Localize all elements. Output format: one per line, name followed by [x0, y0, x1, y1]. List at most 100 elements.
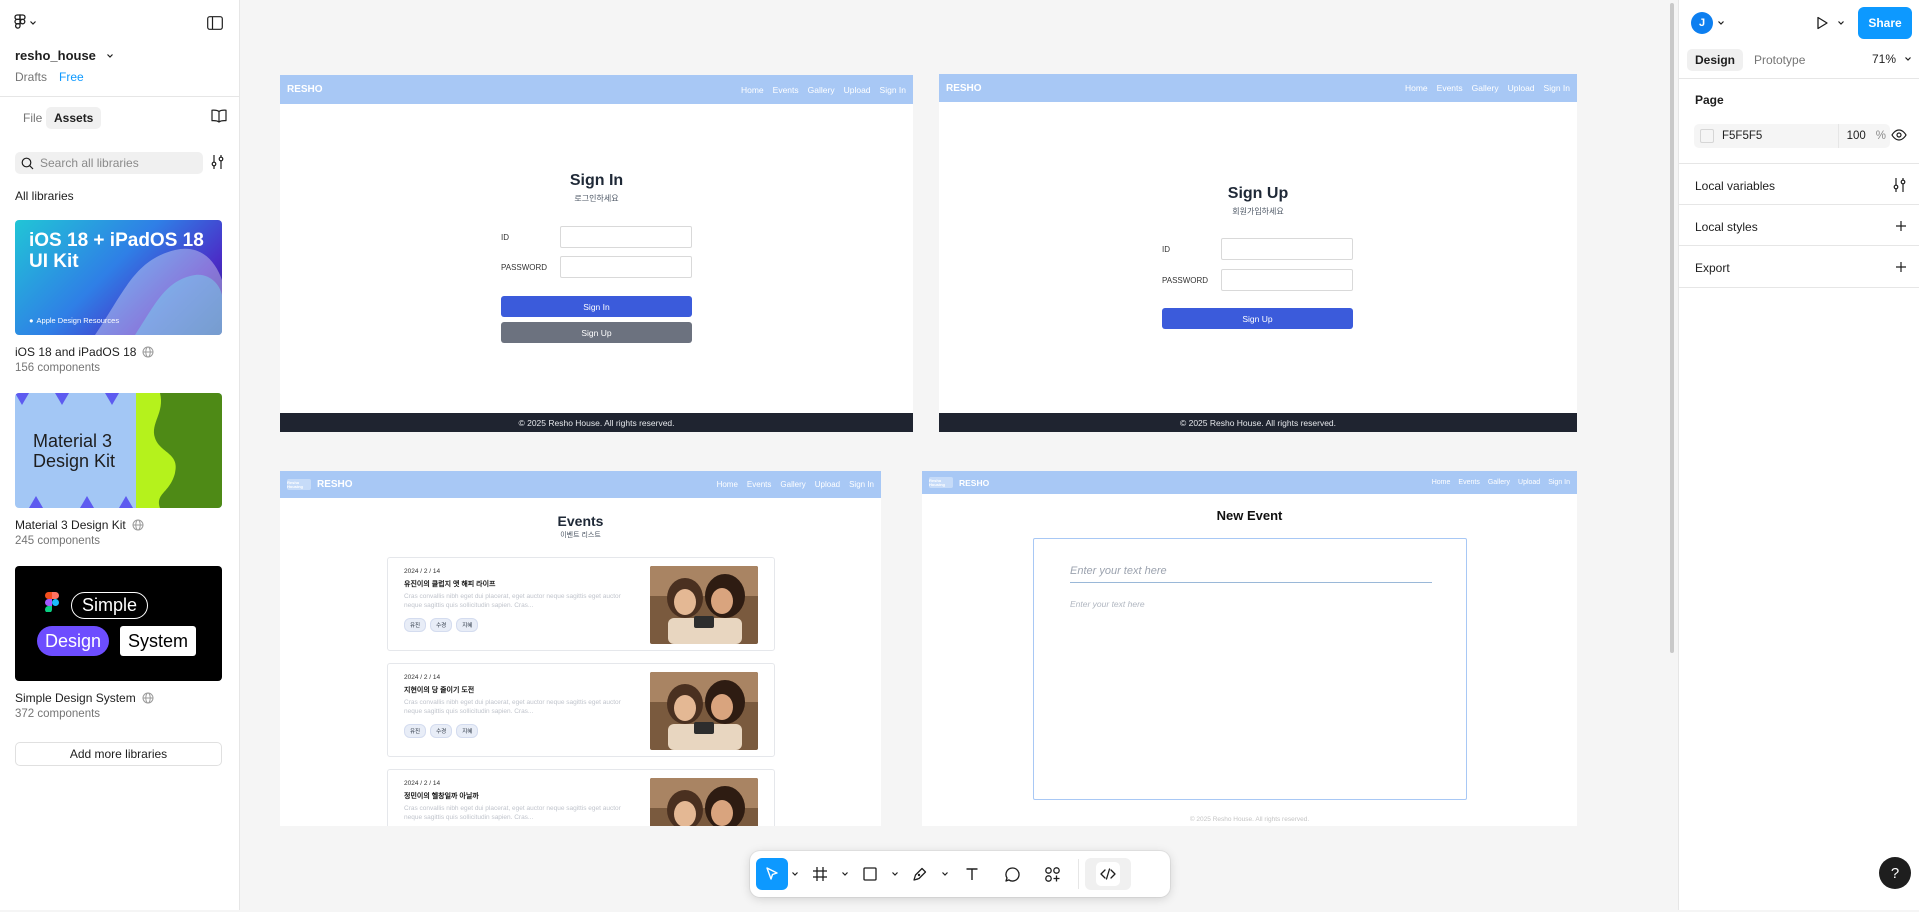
nav-link-gallery[interactable]: Gallery	[1472, 83, 1499, 93]
nav-link-upload[interactable]: Upload	[1518, 479, 1540, 486]
text-tool-button[interactable]	[952, 858, 992, 890]
library-card-material[interactable]: Material 3 Design Kit Material 3 Design …	[15, 393, 222, 547]
chevron-down-icon[interactable]	[788, 870, 802, 878]
shape-tool-button[interactable]	[852, 858, 888, 890]
library-search[interactable]	[15, 152, 203, 174]
plus-icon[interactable]	[1895, 261, 1907, 273]
tab-assets[interactable]: Assets	[46, 107, 102, 129]
nav-link-sign-in[interactable]: Sign In	[1544, 83, 1570, 93]
nav-link-events[interactable]: Events	[747, 480, 771, 489]
play-icon[interactable]	[1814, 15, 1830, 31]
library-card-ios[interactable]: iOS 18 + iPadOS 18 UI Kit ● Apple Design …	[15, 220, 222, 374]
frame-sign-up[interactable]: RESHO Home Events Gallery Upload Sign In…	[939, 74, 1577, 432]
variables-settings-icon[interactable]	[1893, 177, 1907, 193]
nav-link-home[interactable]: Home	[717, 480, 738, 489]
library-count: 372 components	[15, 708, 101, 720]
canvas[interactable]: RESHO Home Events Gallery Upload Sign In…	[240, 0, 1677, 910]
id-field[interactable]	[1221, 238, 1353, 260]
frame-sign-in[interactable]: RESHO Home Events Gallery Upload Sign In…	[280, 75, 913, 432]
event-tag[interactable]: 수경	[430, 724, 453, 738]
actions-tool-button[interactable]	[1032, 858, 1072, 890]
chevron-down-icon[interactable]	[938, 870, 952, 878]
zoom-menu[interactable]: 71%	[1872, 52, 1912, 66]
password-field[interactable]	[560, 256, 692, 278]
help-button[interactable]: ?	[1879, 857, 1911, 889]
nav-link-home[interactable]: Home	[1432, 479, 1451, 486]
nav-link-events[interactable]: Events	[773, 85, 799, 95]
frame-new-event[interactable]: Resho Housing RESHO Home Events Gallery …	[922, 471, 1577, 826]
plan-badge[interactable]: Free	[59, 70, 84, 84]
file-name: resho_house	[15, 48, 96, 63]
sign-up-button[interactable]: Sign Up	[1162, 308, 1353, 329]
id-field[interactable]	[560, 226, 692, 248]
pen-tool-button[interactable]	[902, 858, 938, 890]
nav-link-upload[interactable]: Upload	[815, 480, 840, 489]
nav-link-home[interactable]: Home	[741, 85, 764, 95]
section-divider	[1679, 204, 1919, 205]
move-tool-button[interactable]	[756, 858, 788, 890]
frame-tool-button[interactable]	[802, 858, 838, 890]
filter-icon[interactable]	[211, 154, 225, 170]
color-swatch[interactable]	[1700, 129, 1714, 143]
id-row: ID	[501, 226, 692, 248]
all-libraries-heading: All libraries	[15, 189, 74, 203]
event-body-input[interactable]: Enter your text here	[1070, 599, 1145, 609]
chevron-down-icon[interactable]	[888, 870, 902, 878]
event-tag[interactable]: 지혜	[456, 724, 479, 738]
page-color-hex[interactable]: F5F5F5	[1722, 130, 1762, 142]
main-menu-button[interactable]	[14, 14, 37, 31]
nav-link-sign-in[interactable]: Sign In	[849, 480, 874, 489]
nav-link-gallery[interactable]: Gallery	[1488, 479, 1510, 486]
nav-link-home[interactable]: Home	[1405, 83, 1428, 93]
event-card[interactable]: 2024 / 2 / 14 정민이의 헬창일까 아닐까 Cras convall…	[387, 769, 775, 826]
nav-link-upload[interactable]: Upload	[844, 85, 871, 95]
event-tag[interactable]: 유진	[404, 618, 427, 632]
event-card[interactable]: 2024 / 2 / 14 유진이의 클럽지 앳 해피 라이프 Cras con…	[387, 557, 775, 651]
opacity-value[interactable]: 100	[1847, 130, 1866, 142]
cursor-icon	[766, 867, 778, 880]
password-field[interactable]	[1221, 269, 1353, 291]
page-opacity[interactable]: 100 %	[1837, 124, 1890, 148]
eye-icon[interactable]	[1891, 129, 1907, 141]
nav-link-events[interactable]: Events	[1458, 479, 1479, 486]
plus-icon[interactable]	[1895, 220, 1907, 232]
library-book-icon[interactable]	[211, 109, 227, 123]
tab-design[interactable]: Design	[1687, 49, 1744, 71]
event-card[interactable]: 2024 / 2 / 14 지현이의 당 줄이기 도전 Cras convall…	[387, 663, 775, 757]
share-button[interactable]: Share	[1858, 7, 1912, 39]
rectangle-icon	[863, 867, 877, 881]
nav-link-sign-in[interactable]: Sign In	[1548, 479, 1570, 486]
tab-prototype[interactable]: Prototype	[1746, 49, 1813, 71]
nav-link-events[interactable]: Events	[1437, 83, 1463, 93]
frame-events[interactable]: Resho Housing RESHO Home Events Gallery …	[280, 471, 881, 826]
event-tag[interactable]: 수경	[430, 618, 453, 632]
password-row: PASSWORD	[1162, 269, 1353, 291]
nav-link-gallery[interactable]: Gallery	[780, 480, 805, 489]
local-styles-title: Local styles	[1695, 220, 1758, 234]
file-header: resho_house Drafts Free	[0, 0, 239, 97]
comment-tool-button[interactable]	[992, 858, 1032, 890]
page-color-field[interactable]: F5F5F5 100 %	[1694, 124, 1890, 148]
file-location-link[interactable]: Drafts	[15, 70, 47, 84]
event-title-input[interactable]: Enter your text here	[1070, 559, 1432, 583]
avatar[interactable]: J	[1691, 12, 1713, 34]
sign-up-button[interactable]: Sign Up	[501, 322, 692, 343]
chevron-down-icon[interactable]	[1717, 19, 1725, 27]
event-tag[interactable]: 유진	[404, 724, 427, 738]
event-tag[interactable]: 지혜	[456, 618, 479, 632]
chevron-down-icon[interactable]	[838, 870, 852, 878]
frame-footer: © 2025 Resho House. All rights reserved.	[1189, 816, 1310, 823]
library-card-simple[interactable]: Simple Design System Simple Design Syste…	[15, 566, 222, 720]
file-name-button[interactable]: resho_house	[15, 48, 114, 63]
sign-in-button[interactable]: Sign In	[501, 296, 692, 317]
sidebar-toggle-icon[interactable]	[207, 16, 223, 30]
search-input[interactable]	[40, 156, 190, 170]
event-tags: 유진 수경 지혜	[404, 724, 479, 738]
add-more-libraries-button[interactable]: Add more libraries	[15, 742, 222, 766]
nav-link-sign-in[interactable]: Sign In	[880, 85, 906, 95]
canvas-scrollbar[interactable]	[1670, 3, 1674, 653]
nav-link-upload[interactable]: Upload	[1508, 83, 1535, 93]
nav-link-gallery[interactable]: Gallery	[808, 85, 835, 95]
chevron-down-icon[interactable]	[1837, 19, 1845, 27]
dev-mode-toggle[interactable]	[1085, 858, 1131, 890]
